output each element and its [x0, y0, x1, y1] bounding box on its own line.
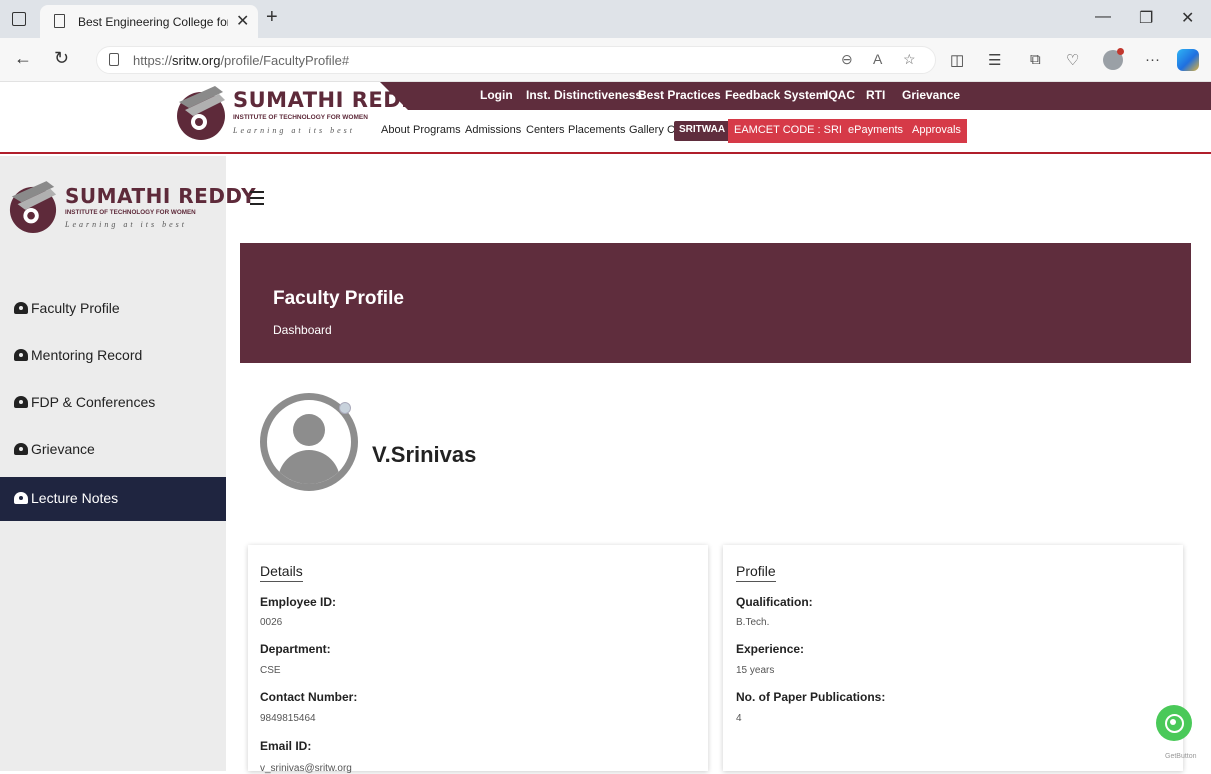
logo-emblem-icon — [9, 181, 57, 233]
sidebar-item-grievance[interactable]: Grievance — [0, 428, 226, 472]
sidebar-logo[interactable]: SUMATHI REDDY INSTITUTE OF TECHNOLOGY FO… — [8, 180, 256, 242]
copilot-icon[interactable] — [1177, 49, 1199, 71]
breadcrumb[interactable]: Dashboard — [273, 323, 332, 337]
tab-title: Best Engineering College for Wo — [78, 15, 228, 29]
profile-card-title: Profile — [736, 563, 776, 582]
paper-publications-label: No. of Paper Publications: — [736, 690, 886, 704]
faculty-name: V.Srinivas — [372, 442, 477, 467]
zoom-icon[interactable]: ⊖ — [841, 51, 853, 68]
more-options-icon[interactable]: ··· — [1145, 51, 1160, 68]
top-menu-best-practices[interactable]: Best Practices — [638, 88, 721, 102]
qualification-label: Qualification: — [736, 595, 813, 609]
menu-admissions[interactable]: Admissions — [465, 124, 521, 136]
favorite-icon[interactable]: ☆ — [903, 51, 916, 68]
page-icon — [54, 14, 65, 28]
top-menu-feedback-system[interactable]: Feedback System — [725, 88, 826, 102]
department-label: Department: — [260, 642, 331, 656]
dashboard-icon — [14, 492, 28, 504]
url-field[interactable]: https://sritw.org/profile/FacultyProfile… — [96, 46, 936, 74]
edit-photo-icon[interactable] — [339, 402, 351, 414]
logo-tagline: Learning at its best — [233, 126, 356, 135]
sidebar: SUMATHI REDDY INSTITUTE OF TECHNOLOGY FO… — [0, 156, 256, 771]
whatsapp-icon[interactable] — [1156, 705, 1192, 741]
header-logo[interactable]: SUMATHI REDDY INSTITUTE OF TECHNOLOGY FO… — [175, 86, 433, 148]
browser-tab-bar: Best Engineering College for Wo ✕ + — ❐ … — [0, 0, 1211, 38]
department-value: CSE — [260, 665, 281, 676]
sidebar-item-faculty-profile[interactable]: Faculty Profile — [0, 287, 226, 331]
hamburger-menu-icon[interactable] — [250, 191, 264, 205]
sidebar-item-fdp-conferences[interactable]: FDP & Conferences — [0, 381, 226, 425]
collections-icon[interactable]: ⧉ — [1030, 51, 1041, 68]
lock-icon[interactable] — [109, 53, 119, 66]
logo-subtitle: INSTITUTE OF TECHNOLOGY FOR WOMEN — [233, 114, 368, 121]
approvals-button[interactable]: Approvals — [906, 119, 967, 143]
sidebar-item-lecture-notes[interactable]: Lecture Notes — [0, 477, 226, 521]
dashboard-icon — [14, 396, 28, 408]
browser-essentials-icon[interactable]: ♡ — [1066, 51, 1079, 69]
sidebar-item-label: Lecture Notes — [31, 490, 119, 506]
contact-number-value: 9849815464 — [260, 713, 316, 724]
top-menu-grievance[interactable]: Grievance — [902, 88, 960, 102]
page-banner: Faculty Profile Dashboard — [240, 243, 1191, 363]
experience-value: 15 years — [736, 665, 775, 676]
qualification-value: B.Tech. — [736, 617, 770, 628]
sidebar-item-mentoring-record[interactable]: Mentoring Record — [0, 334, 226, 378]
dashboard-icon — [14, 302, 28, 314]
sidebar-item-label: Grievance — [31, 441, 95, 457]
epayments-button[interactable]: ePayments — [842, 119, 910, 143]
employee-id-label: Employee ID: — [260, 595, 337, 609]
read-aloud-icon[interactable]: A — [873, 51, 882, 67]
experience-label: Experience: — [736, 642, 805, 656]
favorites-icon[interactable]: ☰ — [988, 51, 1001, 69]
refresh-icon[interactable]: ↻ — [54, 48, 69, 69]
email-id-value: v_srinivas@sritw.org — [260, 763, 352, 774]
menu-gallery[interactable]: Gallery — [629, 124, 664, 136]
email-id-label: Email ID: — [260, 739, 312, 753]
browser-address-bar: ← ↻ https://sritw.org/profile/FacultyPro… — [0, 38, 1211, 82]
close-tab-icon[interactable]: ✕ — [236, 11, 249, 31]
menu-placements[interactable]: Placements — [568, 124, 625, 136]
browser-tab[interactable]: Best Engineering College for Wo ✕ — [40, 5, 258, 38]
sidebar-item-label: Faculty Profile — [31, 300, 120, 316]
eamcet-code-button[interactable]: EAMCET CODE : SRIW — [728, 119, 859, 143]
paper-publications-value: 4 — [736, 713, 742, 724]
minimize-icon[interactable]: — — [1095, 8, 1111, 26]
sritwaa-button[interactable]: SRITWAA — [674, 121, 731, 141]
details-card-title: Details — [260, 563, 303, 582]
employee-id-value: 0026 — [260, 617, 283, 628]
logo-subtitle: INSTITUTE OF TECHNOLOGY FOR WOMEN — [65, 209, 196, 216]
contact-number-label: Contact Number: — [260, 690, 358, 704]
close-window-icon[interactable]: ✕ — [1181, 8, 1194, 28]
menu-programs[interactable]: Programs — [413, 124, 461, 136]
menu-centers[interactable]: Centers — [526, 124, 565, 136]
new-tab-icon[interactable]: + — [266, 6, 278, 29]
site-header: SUMATHI REDDY INSTITUTE OF TECHNOLOGY FO… — [0, 82, 1211, 154]
top-menu-rti[interactable]: RTI — [866, 88, 885, 102]
top-menu: Login Inst. Distinctiveness Best Practic… — [380, 82, 1211, 110]
getbutton-link[interactable]: GetButton — [1165, 753, 1197, 760]
restore-icon[interactable]: ❐ — [1139, 8, 1153, 28]
menu-about[interactable]: About — [381, 124, 410, 136]
top-menu-login[interactable]: Login — [480, 88, 513, 102]
top-menu-inst-distinctiveness[interactable]: Inst. Distinctiveness — [526, 88, 642, 102]
sidebar-item-label: FDP & Conferences — [31, 394, 156, 410]
page-title: Faculty Profile — [273, 288, 404, 309]
logo-title: SUMATHI REDDY — [65, 184, 257, 208]
details-card: Details Employee ID: 0026 Department: CS… — [248, 545, 708, 774]
back-icon[interactable]: ← — [14, 48, 32, 69]
logo-emblem-icon — [177, 86, 225, 140]
top-menu-iqac[interactable]: IQAC — [825, 88, 855, 102]
dashboard-icon — [14, 349, 28, 361]
notification-dot — [1117, 48, 1124, 55]
url-text[interactable]: https://sritw.org/profile/FacultyProfile… — [133, 53, 349, 68]
tab-actions-icon[interactable] — [12, 12, 26, 26]
dashboard-icon — [14, 443, 28, 455]
profile-card: Profile Qualification: B.Tech. Experienc… — [723, 545, 1183, 771]
sidebar-item-label: Mentoring Record — [31, 347, 143, 363]
logo-tagline: Learning at its best — [65, 220, 188, 229]
split-screen-icon[interactable]: ◫ — [950, 51, 964, 69]
